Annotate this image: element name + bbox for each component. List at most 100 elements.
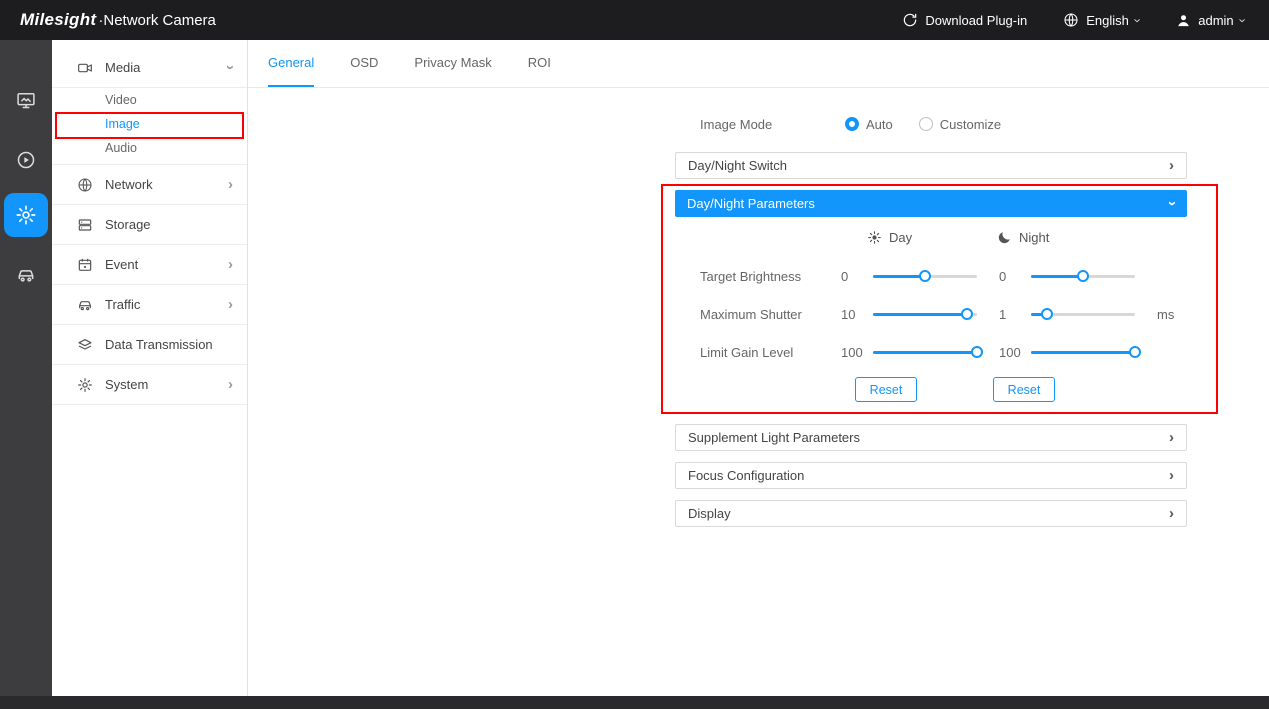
sidebar-subitem-label: Audio — [105, 141, 137, 155]
tab-label: OSD — [350, 55, 379, 70]
media-submenu: Video Image Audio — [52, 88, 247, 165]
topbar-actions: Download Plug-in English › admin › — [902, 12, 1250, 28]
night-slider[interactable] — [1031, 270, 1135, 282]
chevron-down-icon: › — [222, 65, 239, 70]
car-icon — [77, 297, 93, 313]
chevron-down-icon: › — [1130, 17, 1146, 23]
day-column-header: Day — [867, 230, 912, 245]
car-icon — [16, 265, 36, 285]
day-header-label: Day — [889, 230, 913, 245]
sidebar-item-label: System — [105, 377, 149, 392]
playback-icon — [16, 150, 36, 170]
download-plugin-button[interactable]: Download Plug-in — [902, 12, 1027, 28]
sidebar-item-media[interactable]: Media › — [52, 48, 247, 88]
param-row-maximum-shutter: Maximum Shutter 10 1 ms — [675, 295, 1187, 333]
sidebar-item-network[interactable]: Network › — [52, 165, 247, 205]
slider-thumb[interactable] — [919, 270, 931, 282]
image-mode-options: Auto Customize — [845, 117, 1001, 132]
tab-osd[interactable]: OSD — [350, 40, 378, 87]
slider-thumb[interactable] — [1040, 308, 1053, 320]
rail-item-settings[interactable] — [4, 193, 48, 237]
accordion-supplement-light-parameters[interactable]: Supplement Light Parameters › — [675, 424, 1187, 451]
accordion-focus-configuration[interactable]: Focus Configuration › — [675, 462, 1187, 489]
param-row-limit-gain-level: Limit Gain Level 100 100 — [675, 333, 1187, 371]
night-slider[interactable] — [1031, 308, 1135, 320]
accordion-day-night-parameters[interactable]: Day/Night Parameters › — [675, 190, 1187, 217]
reset-row: Reset Reset — [675, 371, 1187, 411]
user-icon — [1176, 13, 1191, 28]
settings-gear-icon — [15, 204, 37, 226]
night-reset-button[interactable]: Reset — [993, 377, 1055, 402]
network-globe-icon — [77, 177, 93, 193]
sidebar-item-storage[interactable]: Storage — [52, 205, 247, 245]
chevron-right-icon: › — [1169, 467, 1174, 484]
slider-thumb[interactable] — [960, 308, 973, 320]
sidebar-item-data-transmission[interactable]: Data Transmission — [52, 325, 247, 365]
rail-item-playback[interactable] — [10, 144, 42, 176]
sidebar-item-system[interactable]: System › — [52, 365, 247, 405]
day-slider[interactable] — [873, 270, 977, 282]
chevron-down-icon: › — [1235, 17, 1251, 23]
accordion-day-night-switch[interactable]: Day/Night Switch › — [675, 152, 1187, 179]
radio-customize[interactable]: Customize — [918, 117, 1001, 132]
sidebar-item-event[interactable]: Event › — [52, 245, 247, 285]
sidebar-item-image[interactable]: Image — [52, 112, 247, 136]
system-gear-icon — [77, 377, 93, 393]
settings-content: Image Mode Auto Customize Day/Night Swit… — [675, 110, 1187, 538]
accordion-display[interactable]: Display › — [675, 500, 1187, 527]
day-slider[interactable] — [873, 346, 983, 358]
globe-icon — [1063, 12, 1079, 28]
chevron-right-icon: › — [228, 296, 233, 313]
icon-rail — [0, 40, 52, 696]
chevron-right-icon: › — [1169, 157, 1174, 174]
day-reset-button[interactable]: Reset — [855, 377, 917, 402]
param-label: Limit Gain Level — [700, 344, 794, 360]
sidebar-item-label: Traffic — [105, 297, 141, 312]
sidebar-item-label: Network — [105, 177, 153, 192]
tab-general[interactable]: General — [268, 40, 315, 87]
user-menu[interactable]: admin › — [1176, 12, 1250, 28]
sidebar-item-label: Event — [105, 257, 139, 272]
rail-item-traffic[interactable] — [10, 259, 42, 291]
accordion-label: Day/Night Parameters — [687, 196, 815, 211]
tab-privacy-mask[interactable]: Privacy Mask — [414, 40, 491, 87]
topbar: Milesight ·Network Camera Download Plug-… — [0, 0, 1269, 40]
sun-icon — [867, 230, 882, 245]
day-slider[interactable] — [873, 308, 977, 320]
radio-dot — [918, 117, 933, 131]
language-menu[interactable]: English › — [1063, 12, 1146, 28]
night-slider[interactable] — [1031, 346, 1141, 358]
moon-icon — [997, 230, 1012, 245]
live-view-icon — [16, 90, 36, 110]
event-icon — [77, 257, 93, 273]
sidebar-item-label: Storage — [105, 217, 151, 232]
sidebar-subitem-label: Video — [105, 93, 137, 107]
tab-roi[interactable]: ROI — [528, 40, 551, 87]
sidebar-item-label: Data Transmission — [105, 337, 213, 352]
night-value: 0 — [999, 268, 1007, 284]
radio-label: Auto — [866, 116, 893, 132]
user-label: admin — [1198, 12, 1234, 28]
slider-thumb[interactable] — [1129, 346, 1141, 358]
main-content: General OSD Privacy Mask ROI Image Mode … — [248, 40, 1269, 696]
layers-icon — [77, 337, 93, 353]
sidebar-item-audio[interactable]: Audio — [52, 136, 247, 160]
unit-label: ms — [1157, 306, 1175, 322]
day-night-parameters-body: Day Night Target Brightness 0 0 Maximum … — [675, 217, 1187, 411]
sidebar-item-video[interactable]: Video — [52, 88, 247, 112]
sidebar-item-traffic[interactable]: Traffic › — [52, 285, 247, 325]
chevron-right-icon: › — [1169, 505, 1174, 522]
chevron-right-icon: › — [228, 256, 233, 273]
download-plugin-label: Download Plug-in — [925, 12, 1028, 28]
rail-item-live-view[interactable] — [10, 84, 42, 116]
slider-fill — [1031, 351, 1135, 354]
chevron-right-icon: › — [228, 376, 233, 393]
slider-fill — [873, 275, 925, 278]
radio-dot — [845, 117, 859, 131]
radio-auto[interactable]: Auto — [845, 117, 893, 132]
day-value: 100 — [841, 344, 863, 360]
slider-thumb[interactable] — [971, 346, 983, 358]
param-label: Maximum Shutter — [700, 306, 802, 322]
slider-thumb[interactable] — [1077, 270, 1089, 282]
chevron-right-icon: › — [228, 176, 233, 193]
